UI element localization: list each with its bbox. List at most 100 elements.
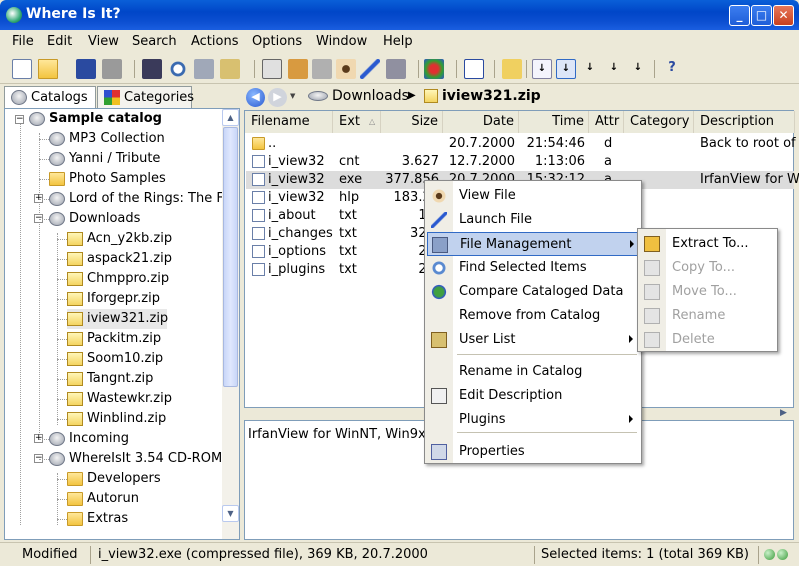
- tools-icon[interactable]: [386, 59, 406, 79]
- parent-folder-icon: [252, 137, 265, 150]
- menu-item-user-list[interactable]: User List: [427, 328, 639, 352]
- sort-ext-icon[interactable]: ↓: [556, 59, 576, 79]
- submenu-item-copy-to-[interactable]: Copy To...: [640, 256, 775, 280]
- tree-item[interactable]: Downloads: [49, 209, 140, 229]
- sort-name-icon[interactable]: ↓: [532, 59, 552, 79]
- tree-item[interactable]: iview321.zip: [67, 309, 168, 329]
- menu-item-rename-in-catalog[interactable]: Rename in Catalog: [427, 360, 639, 384]
- catalog-icon[interactable]: [142, 59, 162, 79]
- status-led-icon: [764, 549, 775, 560]
- submenu-item-extract-to-[interactable]: Extract To...: [640, 232, 775, 256]
- status-file-info: i_view32.exe (compressed file), 369 KB, …: [98, 547, 428, 562]
- category-icon[interactable]: [424, 59, 444, 79]
- menu-actions[interactable]: Actions: [191, 34, 239, 49]
- submenu-item-delete[interactable]: Delete: [640, 328, 775, 352]
- search-icon[interactable]: [168, 59, 188, 79]
- submenu-item-rename[interactable]: Rename: [640, 304, 775, 328]
- table-row[interactable]: i_view32 cnt 3.627 12.7.2000 1:13:06 a: [246, 153, 794, 171]
- close-button[interactable]: ✕: [773, 5, 794, 26]
- maximize-button[interactable]: □: [751, 5, 772, 26]
- sort-date-icon[interactable]: ↓: [604, 59, 624, 79]
- breadcrumb-separator-icon: ▶: [408, 90, 416, 101]
- status-bar: Modified i_view32.exe (compressed file),…: [0, 542, 799, 566]
- tab-catalogs[interactable]: Catalogs: [4, 86, 96, 108]
- menu-edit[interactable]: Edit: [47, 34, 72, 49]
- menu-window[interactable]: Window: [316, 34, 367, 49]
- sort-size-icon[interactable]: ↓: [580, 59, 600, 79]
- menu-item-find-selected-items[interactable]: Find Selected Items: [427, 256, 639, 280]
- history-dropdown-icon[interactable]: ▼: [290, 92, 295, 100]
- tab-categories[interactable]: Categories: [97, 86, 194, 108]
- menu-item-compare-cataloged-data[interactable]: Compare Cataloged Data: [427, 280, 639, 304]
- new-icon[interactable]: [12, 59, 32, 79]
- menu-item-edit-description[interactable]: Edit Description: [427, 384, 639, 408]
- column-category[interactable]: Category: [624, 111, 694, 133]
- menu-item-file-management[interactable]: File Management: [427, 232, 639, 256]
- eye-icon[interactable]: [336, 59, 356, 79]
- rename-icon[interactable]: [262, 59, 282, 79]
- tree-item[interactable]: Soom10.zip: [67, 349, 163, 369]
- pencil-icon[interactable]: [360, 59, 380, 79]
- column-description[interactable]: Description: [694, 111, 795, 133]
- expand-toggle[interactable]: −: [15, 115, 24, 124]
- find-icon[interactable]: [194, 59, 214, 79]
- view-mode-icon[interactable]: [464, 59, 484, 79]
- tree-item[interactable]: Acn_y2kb.zip: [67, 229, 172, 249]
- breadcrumb-parent[interactable]: Downloads: [332, 88, 409, 104]
- menu-options[interactable]: Options: [252, 34, 302, 49]
- column-filename[interactable]: Filename: [245, 111, 333, 133]
- tree-item[interactable]: Iforgepr.zip: [67, 289, 160, 309]
- column-attr[interactable]: Attr: [589, 111, 624, 133]
- scroll-up-button[interactable]: ▲: [222, 109, 239, 126]
- tree-item[interactable]: WhereIsIt 3.54 CD-ROM: [49, 449, 222, 469]
- scroll-down-button[interactable]: ▼: [222, 505, 239, 522]
- open-icon[interactable]: [38, 59, 58, 79]
- compare-icon[interactable]: [312, 59, 332, 79]
- tree-item[interactable]: Photo Samples: [49, 169, 166, 189]
- tree-item[interactable]: aspack21.zip: [67, 249, 172, 269]
- column-size[interactable]: Size: [381, 111, 443, 133]
- back-button[interactable]: ◀: [246, 88, 265, 107]
- menu-item-plugins[interactable]: Plugins: [427, 408, 639, 432]
- forward-button[interactable]: ▶: [268, 88, 287, 107]
- description-text: IrfanView for WinNT, Win9x an: [248, 427, 447, 442]
- menu-item-launch-file[interactable]: Launch File: [427, 208, 639, 232]
- tree-item[interactable]: Yanni / Tribute: [49, 149, 160, 169]
- tree-item[interactable]: Tangnt.zip: [67, 369, 153, 389]
- menu-file[interactable]: File: [12, 34, 34, 49]
- menu-view[interactable]: View: [88, 34, 119, 49]
- catalog-tree[interactable]: − Sample catalog MP3 Collection Yanni / …: [4, 108, 240, 540]
- tree-item[interactable]: Incoming: [49, 429, 129, 449]
- menu-search[interactable]: Search: [132, 34, 177, 49]
- filter-icon[interactable]: [502, 59, 522, 79]
- tree-item[interactable]: Autorun: [67, 489, 139, 509]
- breadcrumb-current[interactable]: iview321.zip: [442, 88, 541, 104]
- save-icon[interactable]: [76, 59, 96, 79]
- tree-item[interactable]: Developers: [67, 469, 161, 489]
- column-time[interactable]: Time: [519, 111, 589, 133]
- tree-item[interactable]: Winblind.zip: [67, 409, 166, 429]
- tree-item[interactable]: Wastewkr.zip: [67, 389, 172, 409]
- scroll-right-icon[interactable]: ▶: [780, 408, 787, 418]
- column-date[interactable]: Date: [443, 111, 519, 133]
- menu-item-properties[interactable]: Properties: [427, 440, 639, 464]
- help-icon[interactable]: ?: [662, 59, 682, 79]
- minimize-button[interactable]: _: [729, 5, 750, 26]
- scroll-thumb[interactable]: [223, 127, 238, 387]
- tree-item[interactable]: MP3 Collection: [49, 129, 165, 149]
- report-icon[interactable]: [220, 59, 240, 79]
- tree-item[interactable]: Packitm.zip: [67, 329, 161, 349]
- menu-help[interactable]: Help: [383, 34, 413, 49]
- sort-desc-icon[interactable]: ↓: [628, 59, 648, 79]
- tree-scrollbar[interactable]: ▲ ▼: [222, 109, 239, 539]
- edit-icon[interactable]: [288, 59, 308, 79]
- menu-item-view-file[interactable]: View File: [427, 184, 639, 208]
- print-icon[interactable]: [102, 59, 122, 79]
- title-bar[interactable]: Where Is It? _ □ ✕: [0, 0, 799, 30]
- menu-item-remove-from-catalog[interactable]: Remove from Catalog: [427, 304, 639, 328]
- tree-item[interactable]: Extras: [67, 509, 128, 529]
- table-row[interactable]: .. 20.7.2000 21:54:46 d Back to root of: [246, 135, 796, 153]
- tree-item[interactable]: Chmppro.zip: [67, 269, 169, 289]
- tree-item[interactable]: Lord of the Rings: The Fe: [49, 189, 231, 209]
- submenu-item-move-to-[interactable]: Move To...: [640, 280, 775, 304]
